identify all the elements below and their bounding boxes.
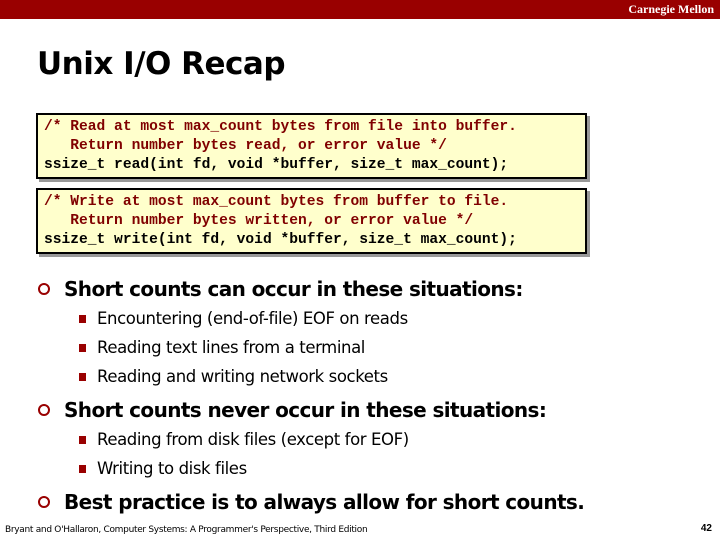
bullet-text: Best practice is to always allow for sho… [64,490,585,514]
code-block-read: /* Read at most max_count bytes from fil… [36,113,587,179]
square-bullet-icon [79,373,86,381]
code-comment: /* Write at most max_count bytes from bu… [44,194,509,210]
code-block-write: /* Write at most max_count bytes from bu… [36,188,587,254]
ring-bullet-icon [38,496,50,508]
square-bullet-icon [79,465,86,473]
code-comment: /* Read at most max_count bytes from fil… [44,119,517,135]
code-comment: Return number bytes read, or error value… [44,138,447,154]
page-number: 42 [700,523,712,534]
sub-bullet-text: Writing to disk files [97,459,247,478]
square-bullet-icon [79,436,86,444]
header-bar: Carnegie Mellon [0,0,720,19]
code-signature: ssize_t write(int fd, void *buffer, size… [44,232,517,248]
slide-title: Unix I/O Recap [37,46,286,82]
bullet-text: Short counts can occur in these situatio… [64,277,523,301]
sub-bullet-text: Reading from disk files (except for EOF) [97,430,409,449]
code-signature: ssize_t read(int fd, void *buffer, size_… [44,157,509,173]
code-comment: Return number bytes written, or error va… [44,213,474,229]
square-bullet-icon [79,344,86,352]
brand-label: Carnegie Mellon [628,2,714,16]
sub-bullet-text: Encountering (end-of-file) EOF on reads [97,309,408,328]
bullet-text: Short counts never occur in these situat… [64,398,547,422]
ring-bullet-icon [38,283,50,295]
ring-bullet-icon [38,404,50,416]
sub-bullet-text: Reading and writing network sockets [97,367,388,386]
sub-bullet-text: Reading text lines from a terminal [97,338,365,357]
footer-citation: Bryant and O'Hallaron, Computer Systems:… [5,525,368,535]
square-bullet-icon [79,315,86,323]
